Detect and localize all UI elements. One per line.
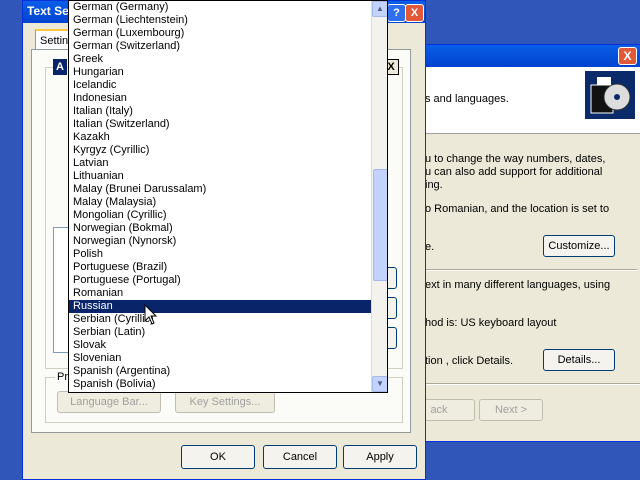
customize-button[interactable]: Customize... xyxy=(543,235,615,257)
language-option[interactable]: Spanish (Argentina) xyxy=(69,365,371,378)
details-button[interactable]: Details... xyxy=(543,349,615,371)
close-icon[interactable]: X xyxy=(618,47,637,65)
language-option[interactable]: Latvian xyxy=(69,157,371,170)
language-option[interactable]: Slovenian xyxy=(69,352,371,365)
language-items: German (Germany) German (Liechtenstein) Ge… xyxy=(69,1,371,391)
language-option[interactable]: German (Switzerland) xyxy=(69,40,371,53)
language-option[interactable]: Portuguese (Portugal) xyxy=(69,274,371,287)
scroll-up-icon[interactable]: ▲ xyxy=(372,1,387,17)
banner-text: s and languages. xyxy=(425,93,509,105)
language-option[interactable]: Italian (Italy) xyxy=(69,105,371,118)
language-option[interactable]: German (Luxembourg) xyxy=(69,27,371,40)
language-option[interactable]: Hungarian xyxy=(69,66,371,79)
inner-title-fragment: A xyxy=(53,59,67,75)
next-button[interactable]: Next > xyxy=(479,399,543,421)
ok-button[interactable]: OK xyxy=(181,445,255,469)
language-option[interactable]: Malay (Malaysia) xyxy=(69,196,371,209)
language-option[interactable]: Serbian (Latin) xyxy=(69,326,371,339)
input-language-dropdown-list[interactable]: German (Germany) German (Liechtenstein) Ge… xyxy=(68,0,388,393)
close-icon[interactable]: X xyxy=(405,4,424,22)
language-option[interactable]: Slovak xyxy=(69,339,371,352)
regional-options-dialog: X s and languages. u to change the way n… xyxy=(392,44,640,442)
language-option[interactable]: Polish xyxy=(69,248,371,261)
language-option[interactable]: Indonesian xyxy=(69,92,371,105)
divider xyxy=(393,383,640,385)
scroll-thumb[interactable] xyxy=(373,169,387,281)
help-icon[interactable]: ? xyxy=(387,4,406,22)
language-option[interactable]: Spanish (Bolivia) xyxy=(69,378,371,391)
scroll-down-icon[interactable]: ▼ xyxy=(372,376,387,392)
vertical-scrollbar[interactable]: ▲ ▼ xyxy=(371,1,387,392)
details-hint: tion , click Details. xyxy=(425,355,514,367)
wizard-banner: s and languages. xyxy=(393,67,640,134)
language-option[interactable]: German (Germany) xyxy=(69,1,371,14)
mouse-cursor-icon xyxy=(144,303,158,326)
divider xyxy=(425,269,637,271)
cd-box-icon xyxy=(585,71,635,119)
language-option[interactable]: Malay (Brunei Darussalam) xyxy=(69,183,371,196)
language-option[interactable]: Kazakh xyxy=(69,131,371,144)
ts-title: Text Se xyxy=(27,4,69,18)
cancel-button[interactable]: Cancel xyxy=(263,445,337,469)
language-option[interactable]: Norwegian (Nynorsk) xyxy=(69,235,371,248)
language-option[interactable]: Kyrgyz (Cyrillic) xyxy=(69,144,371,157)
language-option[interactable]: Romanian xyxy=(69,287,371,300)
description-line: ing. xyxy=(425,179,443,191)
language-option[interactable]: Serbian (Cyrillic) xyxy=(69,313,371,326)
key-settings-button[interactable]: Key Settings... xyxy=(175,391,275,413)
back-titlebar[interactable]: X xyxy=(393,45,640,67)
apply-button[interactable]: Apply xyxy=(343,445,417,469)
language-option[interactable]: Icelandic xyxy=(69,79,371,92)
language-option[interactable]: Norwegian (Bokmal) xyxy=(69,222,371,235)
language-option[interactable]: Mongolian (Cyrillic) xyxy=(69,209,371,222)
language-option[interactable]: Russian xyxy=(69,300,371,313)
language-option[interactable]: German (Liechtenstein) xyxy=(69,14,371,27)
input-method-text: hod is: US keyboard layout xyxy=(425,317,557,329)
location-text: o Romanian, and the location is set to xyxy=(425,203,610,215)
language-bar-button[interactable]: Language Bar... xyxy=(57,391,161,413)
description-line: u can also add support for additional xyxy=(425,166,603,178)
input-description: ext in many different languages, using xyxy=(425,279,611,291)
language-option[interactable]: Greek xyxy=(69,53,371,66)
description-line: u to change the way numbers, dates, xyxy=(425,153,606,165)
language-option[interactable]: Italian (Switzerland) xyxy=(69,118,371,131)
location-text-cont: e. xyxy=(425,241,435,253)
language-option[interactable]: Lithuanian xyxy=(69,170,371,183)
language-option[interactable]: Portuguese (Brazil) xyxy=(69,261,371,274)
